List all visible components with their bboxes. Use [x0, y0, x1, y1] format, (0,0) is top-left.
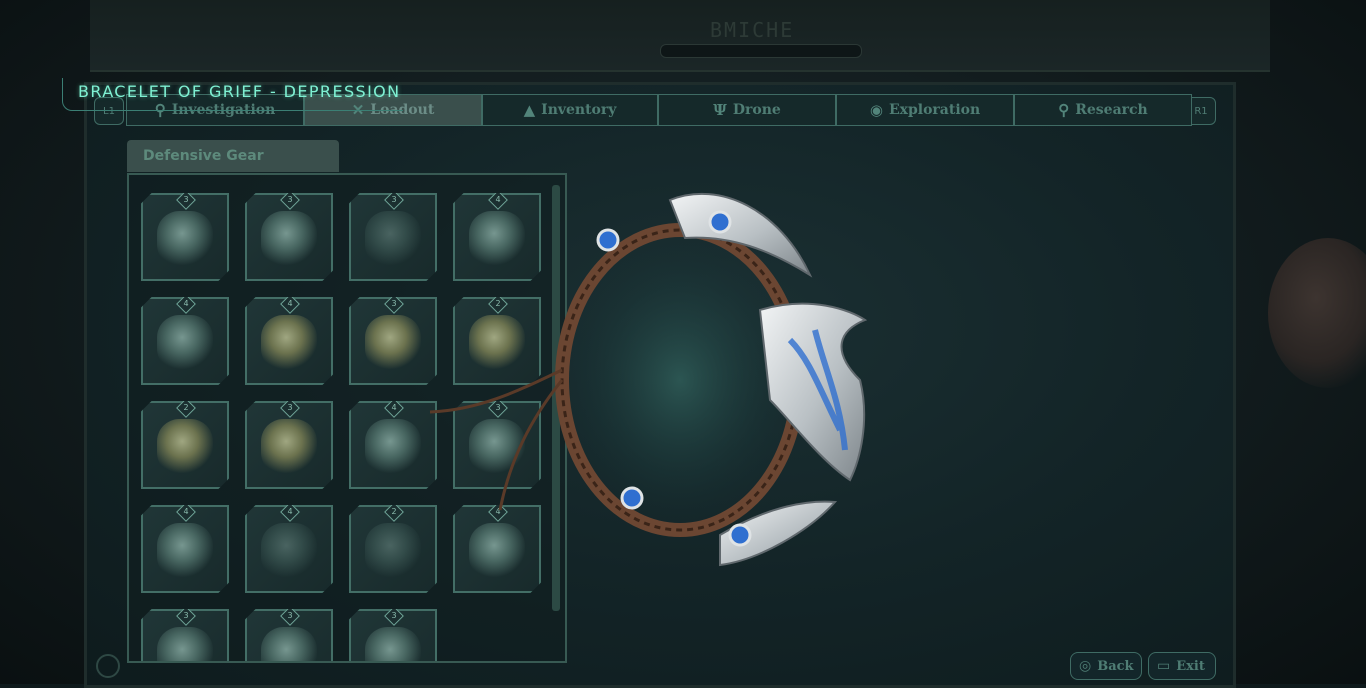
inventory-icon: ▲ [523, 101, 536, 119]
gear-level: 2 [183, 403, 189, 412]
circle-button-icon: ◎ [1079, 658, 1092, 674]
device-slot [660, 44, 862, 58]
gear-item-icon [261, 419, 317, 475]
gear-item-icon [157, 419, 213, 475]
drone-icon: Ψ [713, 101, 727, 119]
gear-item-icon [261, 315, 317, 371]
gear-level: 3 [391, 611, 397, 620]
gear-item-icon [365, 523, 421, 579]
gear-slot[interactable]: 3 [245, 401, 333, 489]
gear-slot[interactable]: 3 [245, 193, 333, 281]
tab-exploration[interactable]: ◉ Exploration [836, 94, 1014, 126]
gear-slot[interactable]: 3 [349, 609, 437, 661]
category-tab-defensive-gear[interactable]: Defensive Gear [127, 140, 339, 172]
gear-level-badge: 3 [280, 193, 300, 210]
exit-button[interactable]: ▭ Exit [1148, 652, 1216, 680]
gear-slot[interactable]: 4 [245, 297, 333, 385]
gear-level: 4 [183, 507, 189, 516]
gear-level-badge: 3 [384, 297, 404, 314]
gear-level: 4 [391, 403, 397, 412]
gear-item-icon [157, 627, 213, 661]
gear-level-badge: 2 [176, 401, 196, 418]
gear-item-icon [365, 315, 421, 371]
gear-level: 3 [287, 403, 293, 412]
research-icon: ⚲ [1058, 101, 1070, 119]
gear-level: 2 [391, 507, 397, 516]
gear-level-badge: 3 [280, 609, 300, 626]
gear-level: 3 [287, 195, 293, 204]
settings-dial-icon [96, 654, 120, 678]
gear-level-badge: 4 [176, 297, 196, 314]
gear-level-badge: 4 [280, 297, 300, 314]
gear-level: 3 [183, 195, 189, 204]
tab-inventory[interactable]: ▲ Inventory [482, 94, 658, 126]
device-label: BMICHE [710, 18, 795, 42]
tab-research[interactable]: ⚲ Research [1014, 94, 1192, 126]
gear-item-icon [365, 211, 421, 267]
gear-slot[interactable]: 4 [245, 505, 333, 593]
gear-item-icon [365, 419, 421, 475]
gear-level: 3 [183, 611, 189, 620]
gear-level: 4 [287, 507, 293, 516]
gear-level: 3 [391, 299, 397, 308]
device-top-bar: BMICHE [90, 0, 1270, 72]
exploration-icon: ◉ [869, 101, 883, 119]
gear-item-icon [157, 523, 213, 579]
back-button[interactable]: ◎ Back [1070, 652, 1142, 680]
gear-item-icon [157, 315, 213, 371]
gear-item-icon [261, 627, 317, 661]
gear-slot[interactable]: 2 [141, 401, 229, 489]
gear-slot[interactable]: 4 [141, 505, 229, 593]
gear-slot[interactable]: 3 [141, 193, 229, 281]
gear-level-badge: 3 [384, 193, 404, 210]
gear-level: 4 [287, 299, 293, 308]
gear-level-badge: 4 [176, 505, 196, 522]
gear-item-icon [157, 211, 213, 267]
gear-slot[interactable]: 4 [141, 297, 229, 385]
gear-level-badge: 3 [176, 609, 196, 626]
gear-level-badge: 2 [384, 505, 404, 522]
gear-level: 3 [287, 611, 293, 620]
gear-item-icon [261, 523, 317, 579]
touchpad-button-icon: ▭ [1157, 658, 1171, 674]
gear-level-badge: 4 [384, 401, 404, 418]
gear-item-icon [261, 211, 317, 267]
tab-drone[interactable]: Ψ Drone [658, 94, 836, 126]
bracelet-of-grief-image [429, 192, 868, 567]
item-title: BRACELET OF GRIEF - DEPRESSION [78, 82, 401, 101]
gear-slot[interactable]: 3 [141, 609, 229, 661]
gear-level: 4 [183, 299, 189, 308]
gear-item-icon [365, 627, 421, 661]
gear-level-badge: 3 [280, 401, 300, 418]
gear-level-badge: 4 [280, 505, 300, 522]
gear-level-badge: 3 [384, 609, 404, 626]
gear-level-badge: 3 [176, 193, 196, 210]
gear-slot[interactable]: 3 [245, 609, 333, 661]
gear-level: 3 [391, 195, 397, 204]
